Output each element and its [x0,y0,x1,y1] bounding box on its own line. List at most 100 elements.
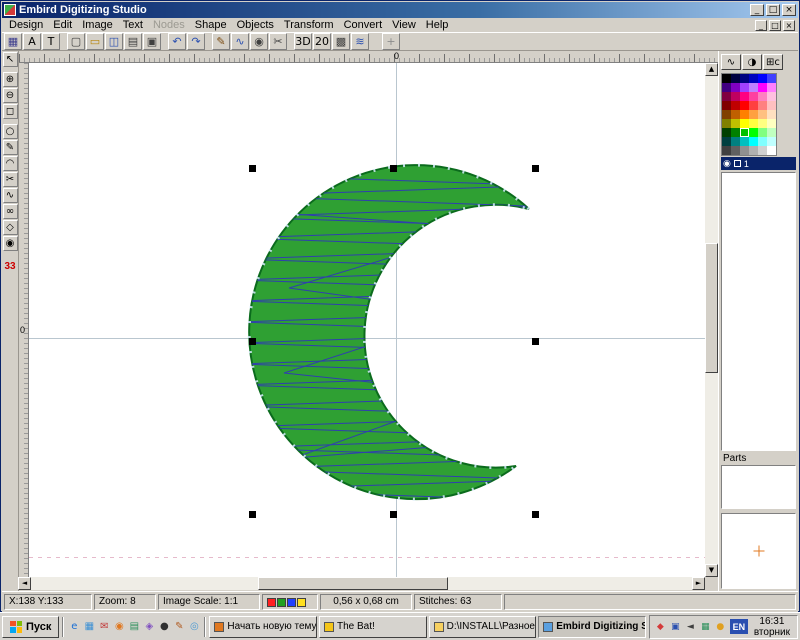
zoom-area-tool[interactable]: ◻ [3,104,18,119]
redo-button[interactable]: ↷ [187,33,205,50]
palette-color-cell[interactable] [740,128,749,137]
freehand-button[interactable]: ✎ [212,33,230,50]
palette-color-cell[interactable] [731,92,740,101]
menu-transform[interactable]: Transform [279,19,339,31]
menu-text[interactable]: Text [118,19,148,31]
mdi-minimize-button[interactable]: _ [755,20,767,31]
palette-color-cell[interactable] [758,119,767,128]
zoom-out-tool[interactable]: ⊖ [3,88,18,103]
selection-handle-mid-left[interactable] [249,338,256,345]
task-forum[interactable]: Начать новую тему :: В... [209,616,317,638]
palette-color-cell[interactable] [749,146,758,155]
palette-color-cell[interactable] [758,137,767,146]
quicklaunch-browser[interactable]: e [67,619,81,634]
palette-color-cell[interactable] [758,83,767,92]
palette-color-cell[interactable] [767,146,776,155]
selection-handle-bottom-mid[interactable] [390,511,397,518]
position-preview[interactable] [721,513,796,589]
palette-color-cell[interactable] [749,74,758,83]
palette-color-cell[interactable] [740,146,749,155]
palette-color-cell[interactable] [731,110,740,119]
taskbar-clock[interactable]: 16:31 вторник [751,616,793,638]
quicklaunch-tool[interactable]: ◈ [142,619,156,634]
quicklaunch-doc[interactable]: ▤ [127,619,141,634]
crescent-design-object[interactable] [29,63,705,577]
minimize-button[interactable]: _ [750,4,764,16]
open-design-button[interactable]: ▭ [86,33,104,50]
loop-tool[interactable]: ∞ [3,204,18,219]
grid-button[interactable]: ▩ [332,33,350,50]
lettering-t-button[interactable]: T [42,33,60,50]
tray-scheduler-icon[interactable]: ● [714,620,727,633]
thread-catalog-button[interactable]: ⊞c [763,54,783,70]
palette-color-cell[interactable] [722,128,731,137]
palette-color-cell[interactable] [749,137,758,146]
palette-color-cell[interactable] [767,101,776,110]
palette-color-cell[interactable] [740,137,749,146]
menu-nodes[interactable]: Nodes [148,19,190,31]
language-indicator[interactable]: EN [730,619,748,634]
vertical-scrollbar[interactable]: ▲ ▼ [705,63,718,577]
palette-color-cell[interactable] [722,110,731,119]
palette-color-cell[interactable] [722,137,731,146]
palette-color-cell[interactable] [767,74,776,83]
node-tool[interactable]: ◉ [3,236,18,251]
fill-mode-button[interactable]: ∿ [721,54,741,70]
palette-color-cell[interactable] [740,110,749,119]
start-button[interactable]: Пуск [2,616,59,638]
palette-color-cell[interactable] [758,146,767,155]
design-canvas[interactable] [29,63,705,577]
scroll-left-icon[interactable]: ◄ [18,577,31,590]
pan-button[interactable]: + [382,33,400,50]
print-button[interactable]: ▤ [124,33,142,50]
scroll-right-icon[interactable]: ► [692,577,705,590]
contrast-button[interactable]: ◑ [742,54,762,70]
palette-color-cell[interactable] [749,119,758,128]
palette-color-cell[interactable] [758,101,767,110]
palette-color-cell[interactable] [767,119,776,128]
selection-handle-mid-right[interactable] [532,338,539,345]
scroll-up-icon[interactable]: ▲ [705,63,718,76]
new-design-button[interactable]: ▢ [67,33,85,50]
palette-color-cell[interactable] [731,119,740,128]
palette-color-cell[interactable] [722,74,731,83]
menu-objects[interactable]: Objects [232,19,279,31]
vertical-scroll-thumb[interactable] [705,243,718,373]
tray-display-icon[interactable]: ▣ [669,620,682,633]
palette-color-cell[interactable] [722,119,731,128]
menu-help[interactable]: Help [421,19,454,31]
palette-color-cell[interactable] [758,128,767,137]
object-list-row-selected[interactable]: ◉ 1 [721,157,796,170]
menu-image[interactable]: Image [77,19,118,31]
design-hoop-button[interactable]: ▦ [4,33,22,50]
status-swatch[interactable] [287,598,296,607]
knife-tool[interactable]: ✂ [3,172,18,187]
palette-color-cell[interactable] [722,83,731,92]
quicklaunch-desktop[interactable]: ▦ [82,619,96,634]
palette-color-cell[interactable] [749,101,758,110]
quicklaunch-bat[interactable]: ● [157,619,171,634]
palette-color-cell[interactable] [758,110,767,119]
selection-handle-bottom-left[interactable] [249,511,256,518]
palette-color-cell[interactable] [758,92,767,101]
selection-handle-top-mid[interactable] [390,165,397,172]
palette-color-cell[interactable] [731,137,740,146]
selection-handle-bottom-right[interactable] [532,511,539,518]
palette-color-cell[interactable] [722,92,731,101]
mdi-close-button[interactable]: × [783,20,795,31]
tray-antivirus-icon[interactable]: ◆ [654,620,667,633]
status-swatch[interactable] [267,598,276,607]
palette-color-cell[interactable] [749,83,758,92]
arc-tool[interactable]: ◠ [3,156,18,171]
palette-color-cell[interactable] [749,110,758,119]
maximize-button[interactable]: □ [766,4,780,16]
polygon-tool[interactable]: ◇ [3,220,18,235]
save-design-button[interactable]: ◫ [105,33,123,50]
tray-volume-icon[interactable]: ◄ [684,620,697,633]
freehand-tool[interactable]: ✎ [3,140,18,155]
palette-color-cell[interactable] [767,137,776,146]
copy-button[interactable]: ▣ [143,33,161,50]
palette-color-cell[interactable] [749,92,758,101]
status-swatch[interactable] [297,598,306,607]
mdi-restore-button[interactable]: □ [769,20,781,31]
